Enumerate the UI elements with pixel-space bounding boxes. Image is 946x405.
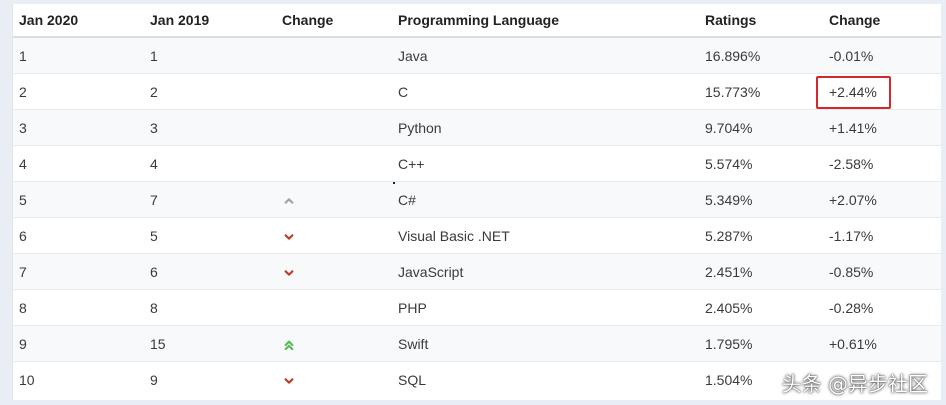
page-background: Jan 2020 Jan 2019 Change Programming Lan…: [0, 0, 946, 405]
stray-dot: [393, 182, 395, 184]
watermark-text: 头条 @异步社区: [781, 371, 928, 396]
cell-jan-2019: 3: [144, 109, 276, 146]
table-row: 4 4 C++ 5.574% -2.58%: [13, 145, 941, 182]
cell-jan-2020: 2: [13, 73, 144, 110]
cell-trend: [276, 217, 392, 254]
cell-language: Python: [392, 109, 699, 146]
cell-trend: [276, 289, 392, 326]
table-row: 3 3 Python 9.704% +1.41%: [13, 109, 941, 146]
cell-change: -1.17%: [823, 217, 941, 254]
watermark: 头条 @异步社区: [774, 367, 936, 397]
cell-jan-2020: 9: [13, 325, 144, 362]
cell-trend: [276, 361, 392, 397]
cell-jan-2019: 1: [144, 36, 276, 74]
cell-jan-2020: 3: [13, 109, 144, 146]
cell-jan-2019: 15: [144, 325, 276, 362]
cell-jan-2019: 5: [144, 217, 276, 254]
chevron-up-icon: [284, 198, 294, 204]
cell-jan-2020: 8: [13, 289, 144, 326]
cell-change: -0.28%: [823, 289, 941, 326]
header-jan-2020: Jan 2020: [13, 4, 144, 38]
chevron-down-icon: [284, 270, 294, 276]
cell-trend: [276, 145, 392, 182]
table-row: 8 8 PHP 2.405% -0.28%: [13, 289, 941, 326]
cell-language: Java: [392, 36, 699, 74]
cell-trend: [276, 325, 392, 362]
cell-language: JavaScript: [392, 253, 699, 290]
cell-jan-2020: 5: [13, 181, 144, 218]
cell-change: +2.07%: [823, 181, 941, 218]
cell-language: Visual Basic .NET: [392, 217, 699, 254]
cell-trend: [276, 73, 392, 110]
header-programming-language: Programming Language: [392, 4, 699, 38]
chevron-down-icon: [284, 234, 294, 240]
table-row: 1 1 Java 16.896% -0.01%: [13, 36, 941, 74]
cell-jan-2019: 2: [144, 73, 276, 110]
chevron-down-icon: [284, 378, 294, 384]
cell-jan-2019: 9: [144, 361, 276, 397]
cell-language: SQL: [392, 361, 699, 397]
cell-rating: 2.451%: [699, 253, 823, 290]
table-row: 6 5 Visual Basic .NET 5.287% -1.17%: [13, 217, 941, 254]
cell-rating: 5.574%: [699, 145, 823, 182]
cell-jan-2019: 8: [144, 289, 276, 326]
cell-change: -2.58%: [823, 145, 941, 182]
cell-rating: 1.795%: [699, 325, 823, 362]
table-body: 1 1 Java 16.896% -0.01% 2 2 C 15.773% +2.44% 3 3 Pyt…: [13, 36, 941, 397]
header-change-trend: Change: [276, 4, 392, 38]
cell-rating: 5.287%: [699, 217, 823, 254]
cell-rating: 16.896%: [699, 36, 823, 74]
cell-rating: 5.349%: [699, 181, 823, 218]
cell-trend: [276, 253, 392, 290]
table-row: 5 7 C# 5.349% +2.07%: [13, 181, 941, 218]
cell-rating: 2.405%: [699, 289, 823, 326]
cell-language: Swift: [392, 325, 699, 362]
cell-change: -0.85%: [823, 253, 941, 290]
table-row: 7 6 JavaScript 2.451% -0.85%: [13, 253, 941, 290]
cell-change: +0.61%: [823, 325, 941, 362]
cell-language: C++: [392, 145, 699, 182]
header-change-percent: Change: [823, 4, 941, 38]
cell-jan-2020: 4: [13, 145, 144, 182]
header-jan-2019: Jan 2019: [144, 4, 276, 38]
cell-jan-2019: 7: [144, 181, 276, 218]
cell-rating: 9.704%: [699, 109, 823, 146]
cell-rating: 15.773%: [699, 73, 823, 110]
header-ratings: Ratings: [699, 4, 823, 38]
ranking-table: Jan 2020 Jan 2019 Change Programming Lan…: [13, 4, 941, 397]
cell-jan-2020: 7: [13, 253, 144, 290]
table-row: 2 2 C 15.773% +2.44%: [13, 73, 941, 110]
cell-change: +1.41%: [823, 109, 941, 146]
ranking-table-container: Jan 2020 Jan 2019 Change Programming Lan…: [12, 4, 941, 400]
double-chevron-up-icon: [284, 340, 294, 350]
cell-jan-2019: 4: [144, 145, 276, 182]
cell-trend: [276, 181, 392, 218]
cell-language: C: [392, 73, 699, 110]
table-header: Jan 2020 Jan 2019 Change Programming Lan…: [13, 4, 941, 38]
cell-language: C#: [392, 181, 699, 218]
cell-jan-2020: 10: [13, 361, 144, 397]
cell-change: +2.44%: [823, 73, 941, 110]
cell-change: -0.01%: [823, 36, 941, 74]
table-row: 9 15 Swift 1.795% +0.61%: [13, 325, 941, 362]
cell-jan-2019: 6: [144, 253, 276, 290]
cell-trend: [276, 109, 392, 146]
cell-trend: [276, 36, 392, 74]
cell-jan-2020: 1: [13, 36, 144, 74]
header-row: Jan 2020 Jan 2019 Change Programming Lan…: [13, 4, 941, 38]
cell-language: PHP: [392, 289, 699, 326]
cell-jan-2020: 6: [13, 217, 144, 254]
